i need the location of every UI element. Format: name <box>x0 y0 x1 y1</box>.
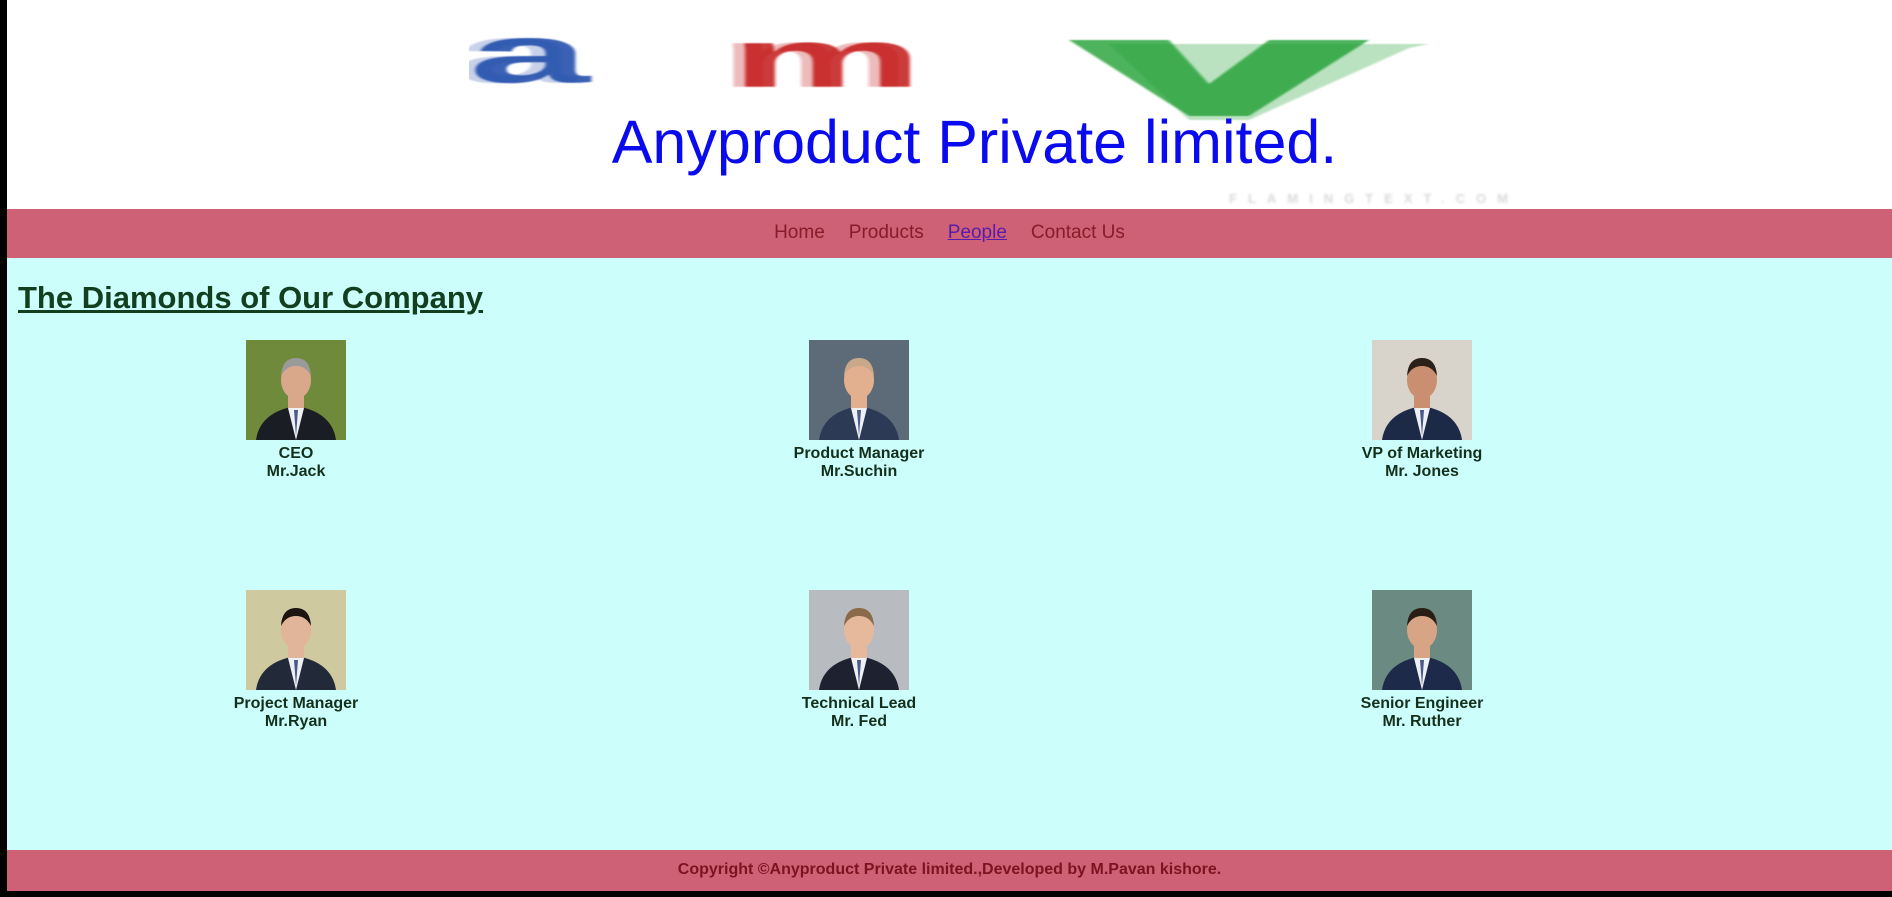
person-card: CEO Mr.Jack <box>146 340 446 481</box>
person-photo <box>1372 340 1472 440</box>
person-name: Mr. Fed <box>830 713 887 730</box>
nav-link-people[interactable]: People <box>948 222 1007 244</box>
person-photo <box>809 340 909 440</box>
page: a a m m any Anyproduct Private limited. … <box>7 0 1892 891</box>
svg-text:m: m <box>730 34 923 104</box>
person-card: Project Manager Mr.Ryan <box>146 590 446 731</box>
copyright-text: Copyright ©Anyproduct Private limited.,D… <box>677 861 1222 878</box>
person-photo <box>809 590 909 690</box>
watermark-text: FLAMINGTEXT.COM <box>1229 192 1519 206</box>
company-name: Anyproduct Private limited. <box>611 108 1338 176</box>
section-title: The Diamonds of Our Company <box>18 280 484 315</box>
person-name: Mr.Suchin <box>820 463 898 480</box>
site-footer: Copyright ©Anyproduct Private limited.,D… <box>7 850 1892 891</box>
person-role: VP of Marketing <box>1361 445 1483 462</box>
person-role: Project Manager <box>233 695 359 712</box>
person-card: Senior Engineer Mr. Ruther <box>1272 590 1572 731</box>
person-name: Mr. Jones <box>1385 463 1459 480</box>
person-photo <box>246 340 346 440</box>
site-header: a a m m any Anyproduct Private limited. … <box>7 0 1892 209</box>
person-card: Technical Lead Mr. Fed <box>709 590 1009 731</box>
person-photo <box>1372 590 1472 690</box>
nav-link-home[interactable]: Home <box>774 222 825 244</box>
person-role: Technical Lead <box>801 695 917 712</box>
person-name: Mr. Ruther <box>1382 713 1462 730</box>
nav-link-contact-us[interactable]: Contact Us <box>1031 222 1125 244</box>
person-photo <box>246 590 346 690</box>
person-role: Senior Engineer <box>1360 695 1484 712</box>
nav-bar: Home Products People Contact Us <box>7 209 1892 258</box>
person-role: CEO <box>278 445 314 462</box>
svg-text:a: a <box>469 34 592 100</box>
nav-link-products[interactable]: Products <box>849 222 924 244</box>
person-card: VP of Marketing Mr. Jones <box>1272 340 1572 481</box>
person-card: Product Manager Mr.Suchin <box>709 340 1009 481</box>
person-role: Product Manager <box>793 445 925 462</box>
person-name: Mr.Ryan <box>264 713 328 730</box>
person-name: Mr.Jack <box>266 463 326 480</box>
